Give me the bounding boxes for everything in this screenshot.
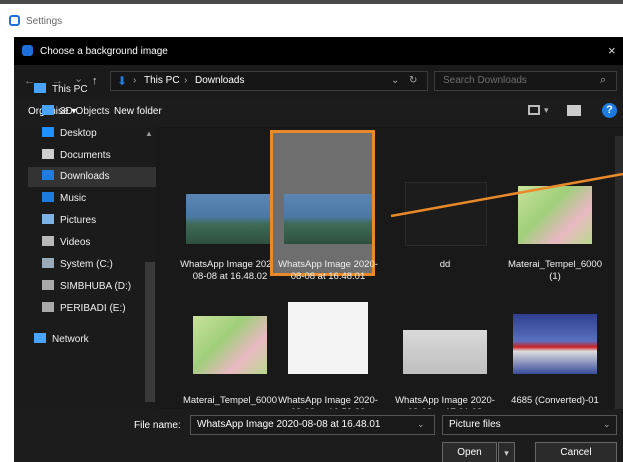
settings-title: Settings bbox=[26, 16, 63, 27]
file-list-scrollbar[interactable] bbox=[615, 136, 623, 416]
dialog-title: Choose a background image bbox=[40, 46, 168, 57]
nav-item-label: System (C:) bbox=[60, 259, 113, 270]
nav-item-videos[interactable]: Videos bbox=[42, 233, 90, 253]
network-icon bbox=[34, 333, 46, 343]
file-name-input[interactable]: WhatsApp Image 2020-08-08 at 16.48.01 ⌄ bbox=[190, 415, 435, 435]
open-button[interactable]: Open bbox=[442, 442, 497, 462]
nav-item-peribadi-e[interactable]: PERIBADI (E:) bbox=[42, 299, 126, 319]
nav-item-label: Downloads bbox=[60, 171, 110, 182]
file-type-select[interactable]: Picture files ⌄ bbox=[442, 415, 617, 435]
file-name-caption[interactable]: Materai_Tempel_6000 (1) bbox=[504, 259, 606, 283]
drive-icon bbox=[42, 302, 54, 312]
search-icon: ⌕ bbox=[600, 74, 607, 86]
open-dropdown-icon[interactable]: ▾ bbox=[498, 442, 515, 462]
breadcrumb-downloads[interactable]: Downloads bbox=[195, 75, 244, 86]
videos-icon bbox=[42, 236, 54, 246]
nav-scrollbar-thumb[interactable] bbox=[145, 262, 155, 402]
nav-item-pictures[interactable]: Pictures bbox=[42, 211, 96, 231]
3d-objects-icon bbox=[42, 105, 54, 115]
address-dropdown-icon[interactable]: ⌄ bbox=[391, 75, 399, 86]
search-placeholder: Search Downloads bbox=[443, 75, 527, 86]
nav-item-downloads[interactable]: Downloads bbox=[28, 167, 166, 187]
nav-item-label: This PC bbox=[52, 84, 88, 95]
search-input[interactable]: Search Downloads ⌕ bbox=[434, 71, 617, 91]
file-thumbnail[interactable] bbox=[403, 330, 487, 374]
file-thumbnail[interactable] bbox=[518, 186, 592, 244]
breadcrumb-separator: › bbox=[184, 75, 188, 86]
nav-item-label: Network bbox=[52, 334, 89, 345]
music-icon bbox=[42, 192, 54, 202]
address-box[interactable]: ⬇ › This PC › Downloads ⌄ ↻ bbox=[110, 71, 428, 91]
view-dropdown-icon[interactable]: ▾ bbox=[544, 105, 549, 116]
breadcrumb-this-pc[interactable]: This PC bbox=[144, 75, 180, 86]
nav-item-simbhuba-d[interactable]: SIMBHUBA (D:) bbox=[42, 277, 131, 297]
downloads-folder-icon: ⬇ bbox=[117, 74, 128, 88]
file-thumbnail[interactable] bbox=[186, 194, 274, 244]
settings-titlebar bbox=[0, 9, 623, 31]
desktop-icon bbox=[42, 127, 54, 137]
nav-item-desktop[interactable]: Desktop bbox=[42, 124, 97, 144]
close-icon[interactable]: × bbox=[608, 43, 616, 58]
nav-item-label: Music bbox=[60, 193, 87, 204]
file-name-label: File name: bbox=[134, 420, 181, 431]
pc-icon bbox=[34, 83, 46, 93]
nav-scroll-up-icon[interactable]: ▲ bbox=[145, 129, 153, 138]
file-thumbnail[interactable] bbox=[193, 316, 267, 374]
nav-item-documents[interactable]: Documents bbox=[42, 146, 111, 166]
dialog-titlebar: Choose a background image × bbox=[14, 37, 623, 65]
up-arrow-icon[interactable]: ↑ bbox=[92, 75, 98, 87]
drive-icon bbox=[42, 258, 54, 268]
nav-item-music[interactable]: Music bbox=[42, 189, 86, 209]
nav-item-label: Videos bbox=[60, 237, 91, 248]
downloads-icon bbox=[42, 170, 54, 180]
file-list-view: WhatsApp Image 2020-08-08 at 16.48.02 Wha… bbox=[156, 127, 623, 418]
nav-item-this-pc[interactable]: This PC bbox=[34, 80, 88, 100]
nav-item-network[interactable]: Network bbox=[34, 330, 89, 350]
view-options-icon[interactable] bbox=[528, 105, 540, 115]
file-thumbnail[interactable] bbox=[513, 314, 597, 374]
file-thumbnail[interactable] bbox=[405, 182, 487, 246]
new-folder-button[interactable]: New folder bbox=[114, 106, 162, 117]
file-dialog: Choose a background image × ← → ⌄ ↑ ⬇ › … bbox=[14, 37, 623, 462]
nav-item-system-c[interactable]: System (C:) bbox=[42, 255, 113, 275]
preview-pane-icon[interactable] bbox=[567, 105, 581, 116]
file-thumbnail[interactable] bbox=[284, 194, 372, 244]
file-name-caption[interactable]: WhatsApp Image 2020-08-08 at 16.48.01 bbox=[277, 259, 379, 283]
nav-item-label: Documents bbox=[60, 150, 111, 161]
file-name-caption[interactable]: WhatsApp Image 2020-08-08 at 16.48.02 bbox=[179, 259, 281, 283]
pictures-icon bbox=[42, 214, 54, 224]
file-name-caption[interactable]: dd bbox=[394, 259, 496, 271]
nav-item-label: Pictures bbox=[60, 215, 97, 226]
file-name-caption[interactable]: 4685 (Converted)-01 bbox=[504, 395, 606, 407]
nav-item-label: SIMBHUBA (D:) bbox=[60, 281, 132, 292]
nav-item-3d-objects[interactable]: 3D Objects bbox=[42, 102, 109, 122]
help-icon[interactable]: ? bbox=[602, 103, 617, 118]
file-name-caption[interactable]: Materai_Tempel_6000 bbox=[179, 395, 281, 407]
documents-icon bbox=[42, 149, 54, 159]
nav-item-label: 3D Objects bbox=[60, 106, 110, 117]
nav-item-label: Desktop bbox=[60, 128, 97, 139]
file-name-dropdown-icon[interactable]: ⌄ bbox=[417, 419, 425, 430]
cancel-button[interactable]: Cancel bbox=[535, 442, 617, 462]
refresh-icon[interactable]: ↻ bbox=[409, 75, 417, 86]
dialog-app-icon bbox=[22, 45, 33, 56]
window-top-border bbox=[0, 0, 623, 9]
breadcrumb-separator: › bbox=[133, 75, 137, 86]
address-bar-row: ← → ⌄ ↑ ⬇ › This PC › Downloads ⌄ ↻ Sear… bbox=[14, 65, 623, 97]
file-thumbnail[interactable] bbox=[288, 302, 368, 374]
file-type-value: Picture files bbox=[449, 419, 501, 430]
file-type-dropdown-icon[interactable]: ⌄ bbox=[603, 419, 611, 430]
settings-app-icon bbox=[9, 15, 20, 26]
nav-item-label: PERIBADI (E:) bbox=[60, 303, 126, 314]
dialog-footer: File name: WhatsApp Image 2020-08-08 at … bbox=[14, 409, 623, 462]
navigation-pane: ▲ This PC 3D Objects Desktop Documents Downl… bbox=[14, 83, 166, 409]
file-name-value: WhatsApp Image 2020-08-08 at 16.48.01 bbox=[197, 419, 381, 430]
drive-icon bbox=[42, 280, 54, 290]
